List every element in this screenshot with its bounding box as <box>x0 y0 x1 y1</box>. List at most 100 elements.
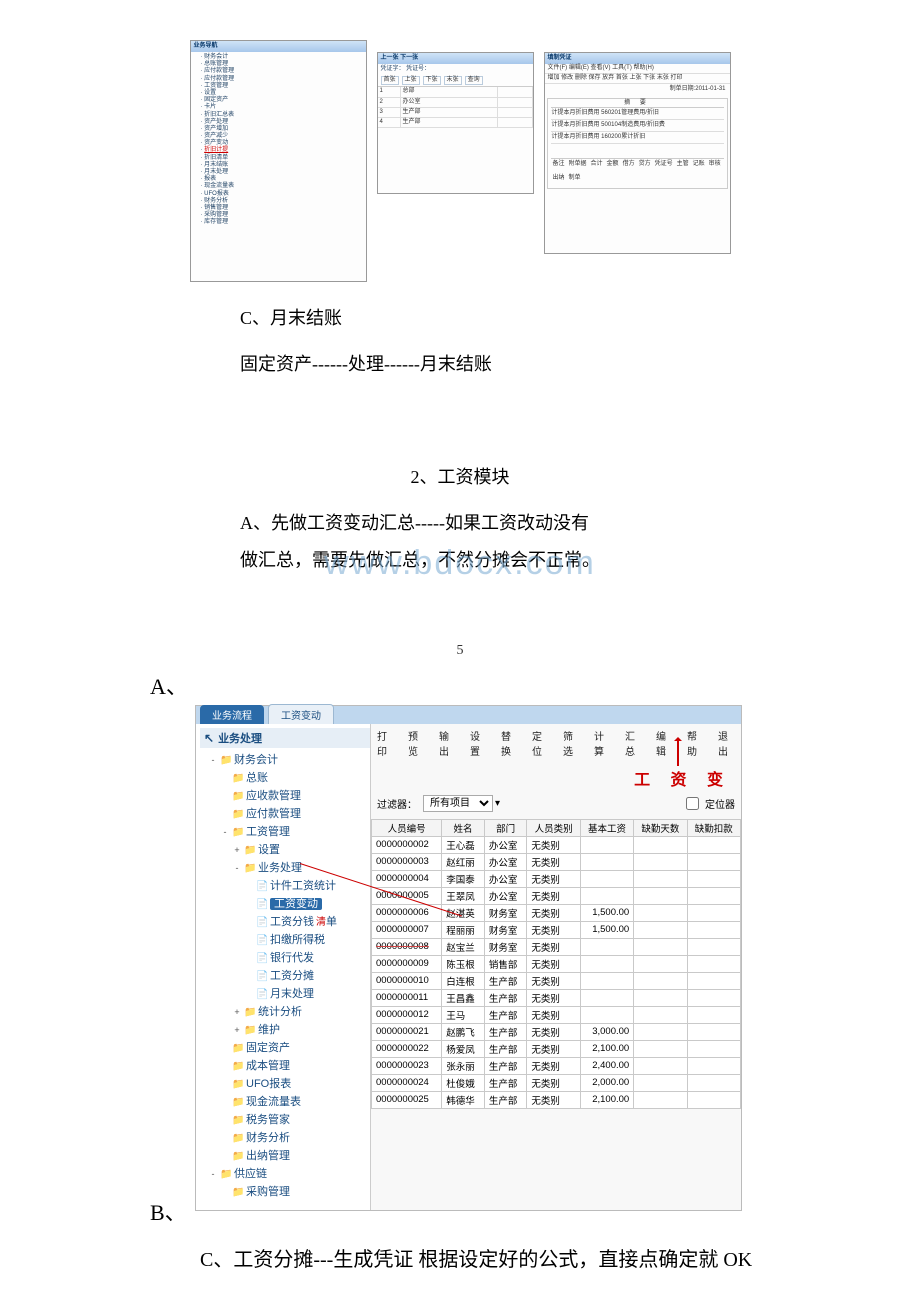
toolbar-button[interactable]: 退出 <box>718 728 735 758</box>
screenshot-list: 上一张 下一张 凭证字： 凭证号： 首张上张下张末张查询 1总部2办公室3生产部… <box>377 52 534 194</box>
cell: 王心磊 <box>442 836 485 853</box>
filter-select[interactable]: 所有项目 <box>423 795 493 812</box>
toolbar-button[interactable]: 定位 <box>532 728 549 758</box>
table-row[interactable]: 0000000002王心磊办公室无类别 <box>372 836 741 853</box>
locator-checkbox[interactable]: 定位器 <box>682 794 735 813</box>
table-row[interactable]: 0000000025韩德华生产部无类别2,100.00 <box>372 1091 741 1108</box>
sidebar-item[interactable]: 总账 <box>202 768 370 786</box>
file-icon <box>256 916 268 928</box>
sidebar-item[interactable]: 银行代发 <box>202 948 370 966</box>
sidebar-item[interactable]: 出纳管理 <box>202 1146 370 1164</box>
table-row[interactable]: 0000000006赵湛英财务室无类别1,500.00 <box>372 904 741 921</box>
dropdown-icon[interactable]: ▾ <box>495 798 500 809</box>
sidebar-item[interactable]: -工资管理 <box>202 822 370 840</box>
file-icon <box>256 880 268 892</box>
table-row[interactable]: 0000000007程丽丽财务室无类别1,500.00 <box>372 921 741 938</box>
cell <box>634 1057 687 1074</box>
cell <box>634 921 687 938</box>
sidebar-item[interactable]: 扣缴所得税 <box>202 930 370 948</box>
column-header[interactable]: 缺勤天数 <box>634 819 687 836</box>
table-row[interactable]: 0000000008赵宝兰财务室无类别 <box>372 938 741 955</box>
folder-icon <box>232 1060 244 1072</box>
column-header[interactable]: 人员编号 <box>372 819 442 836</box>
filter-label: 过滤器： <box>377 796 417 811</box>
cell: 财务室 <box>484 921 527 938</box>
tab-salary-change[interactable]: 工资变动 <box>268 704 334 724</box>
sidebar-item-label: 现金流量表 <box>246 1096 301 1108</box>
table-row[interactable]: 0000000024杜俊娥生产部无类别2,000.00 <box>372 1074 741 1091</box>
sidebar-item[interactable]: 成本管理 <box>202 1056 370 1074</box>
sidebar-item[interactable]: +维护 <box>202 1020 370 1038</box>
sidebar-item[interactable]: -业务处理 <box>202 858 370 876</box>
column-header[interactable]: 部门 <box>484 819 527 836</box>
cell: 无类别 <box>527 1023 580 1040</box>
table-row[interactable]: 0000000022杨爱凤生产部无类别2,100.00 <box>372 1040 741 1057</box>
column-header[interactable]: 人员类别 <box>527 819 580 836</box>
toolbar-button[interactable]: 设置 <box>470 728 487 758</box>
cell: 3,000.00 <box>580 1023 633 1040</box>
toolbar-button[interactable]: 筛选 <box>563 728 580 758</box>
sidebar-item-label: 总账 <box>246 772 268 784</box>
toolbar-button[interactable]: 汇总 <box>625 728 642 758</box>
column-header[interactable]: 姓名 <box>442 819 485 836</box>
locator-check-input[interactable] <box>686 797 699 810</box>
nav-tree: · 财务会计· 总账管理· 应付款管理· 应付款管理· 工资管理· 设置· 固定… <box>191 52 366 229</box>
table-row[interactable]: 0000000010白连根生产部无类别 <box>372 972 741 989</box>
sidebar-item[interactable]: 工资分钱清单 <box>202 912 370 930</box>
table-row[interactable]: 0000000023张永丽生产部无类别2,400.00 <box>372 1057 741 1074</box>
cell: 0000000012 <box>372 1006 442 1023</box>
sidebar-item[interactable]: +设置 <box>202 840 370 858</box>
cell: 无类别 <box>527 938 580 955</box>
cell: 杨爱凤 <box>442 1040 485 1057</box>
table-row[interactable]: 0000000005王翠凤办公室无类别 <box>372 887 741 904</box>
cell <box>687 853 740 870</box>
sidebar-item[interactable]: 工资变动 <box>202 894 370 912</box>
sidebar-item[interactable]: +统计分析 <box>202 1002 370 1020</box>
folder-icon <box>232 808 244 820</box>
toolbar-button[interactable]: 替换 <box>501 728 518 758</box>
folder-icon <box>244 844 256 856</box>
toolbar-button[interactable]: 打印 <box>377 728 394 758</box>
table-row[interactable]: 0000000021赵鹏飞生产部无类别3,000.00 <box>372 1023 741 1040</box>
toolbar-button[interactable]: 计算 <box>594 728 611 758</box>
tab-workflow[interactable]: 业务流程 <box>200 705 264 724</box>
text-a-line2: 做汇总，需要先做汇总，不然分摊会不正常。 <box>240 544 920 576</box>
sidebar-item[interactable]: 采购管理 <box>202 1182 370 1200</box>
column-header[interactable]: 基本工资 <box>580 819 633 836</box>
cell: 生产部 <box>484 1006 527 1023</box>
sidebar-item[interactable]: 工资分摊 <box>202 966 370 984</box>
folder-icon <box>232 790 244 802</box>
column-header[interactable]: 缺勤扣款 <box>687 819 740 836</box>
cell <box>634 1006 687 1023</box>
cell <box>634 904 687 921</box>
cell: 0000000002 <box>372 836 442 853</box>
sidebar-item[interactable]: UFO报表 <box>202 1074 370 1092</box>
toolbar-button[interactable]: 编辑 <box>656 728 673 758</box>
cell: 张永丽 <box>442 1057 485 1074</box>
cell <box>634 938 687 955</box>
sidebar-item[interactable]: 应付款管理 <box>202 804 370 822</box>
toolbar-button[interactable]: 输出 <box>439 728 456 758</box>
cell: 0000000024 <box>372 1074 442 1091</box>
sidebar-item[interactable]: 财务分析 <box>202 1128 370 1146</box>
sidebar-item[interactable]: -供应链 <box>202 1164 370 1182</box>
sidebar-item[interactable]: 税务管家 <box>202 1110 370 1128</box>
cell: 生产部 <box>484 1074 527 1091</box>
cell: 韩德华 <box>442 1091 485 1108</box>
section-title-2: 2、工资模块 <box>0 461 920 493</box>
table-row[interactable]: 0000000012王马生产部无类别 <box>372 1006 741 1023</box>
table-row[interactable]: 0000000004李国泰办公室无类别 <box>372 870 741 887</box>
sidebar-item[interactable]: -财务会计 <box>202 750 370 768</box>
sidebar-item-label: 计件工资统计 <box>270 880 336 892</box>
sidebar-item[interactable]: 月末处理 <box>202 984 370 1002</box>
sidebar-item[interactable]: 现金流量表 <box>202 1092 370 1110</box>
voucher-menu: 文件(F) 编辑(E) 查看(V) 工具(T) 帮助(H) <box>545 64 730 74</box>
table-row[interactable]: 0000000011王昌鑫生产部无类别 <box>372 989 741 1006</box>
table-row[interactable]: 0000000003赵红丽办公室无类别 <box>372 853 741 870</box>
cell: 无类别 <box>527 921 580 938</box>
table-row[interactable]: 0000000009陈玉根销售部无类别 <box>372 955 741 972</box>
sidebar-item[interactable]: 固定资产 <box>202 1038 370 1056</box>
toolbar-button[interactable]: 预览 <box>408 728 425 758</box>
sidebar-item[interactable]: 应收款管理 <box>202 786 370 804</box>
toolbar-button[interactable]: 帮助 <box>687 728 704 758</box>
